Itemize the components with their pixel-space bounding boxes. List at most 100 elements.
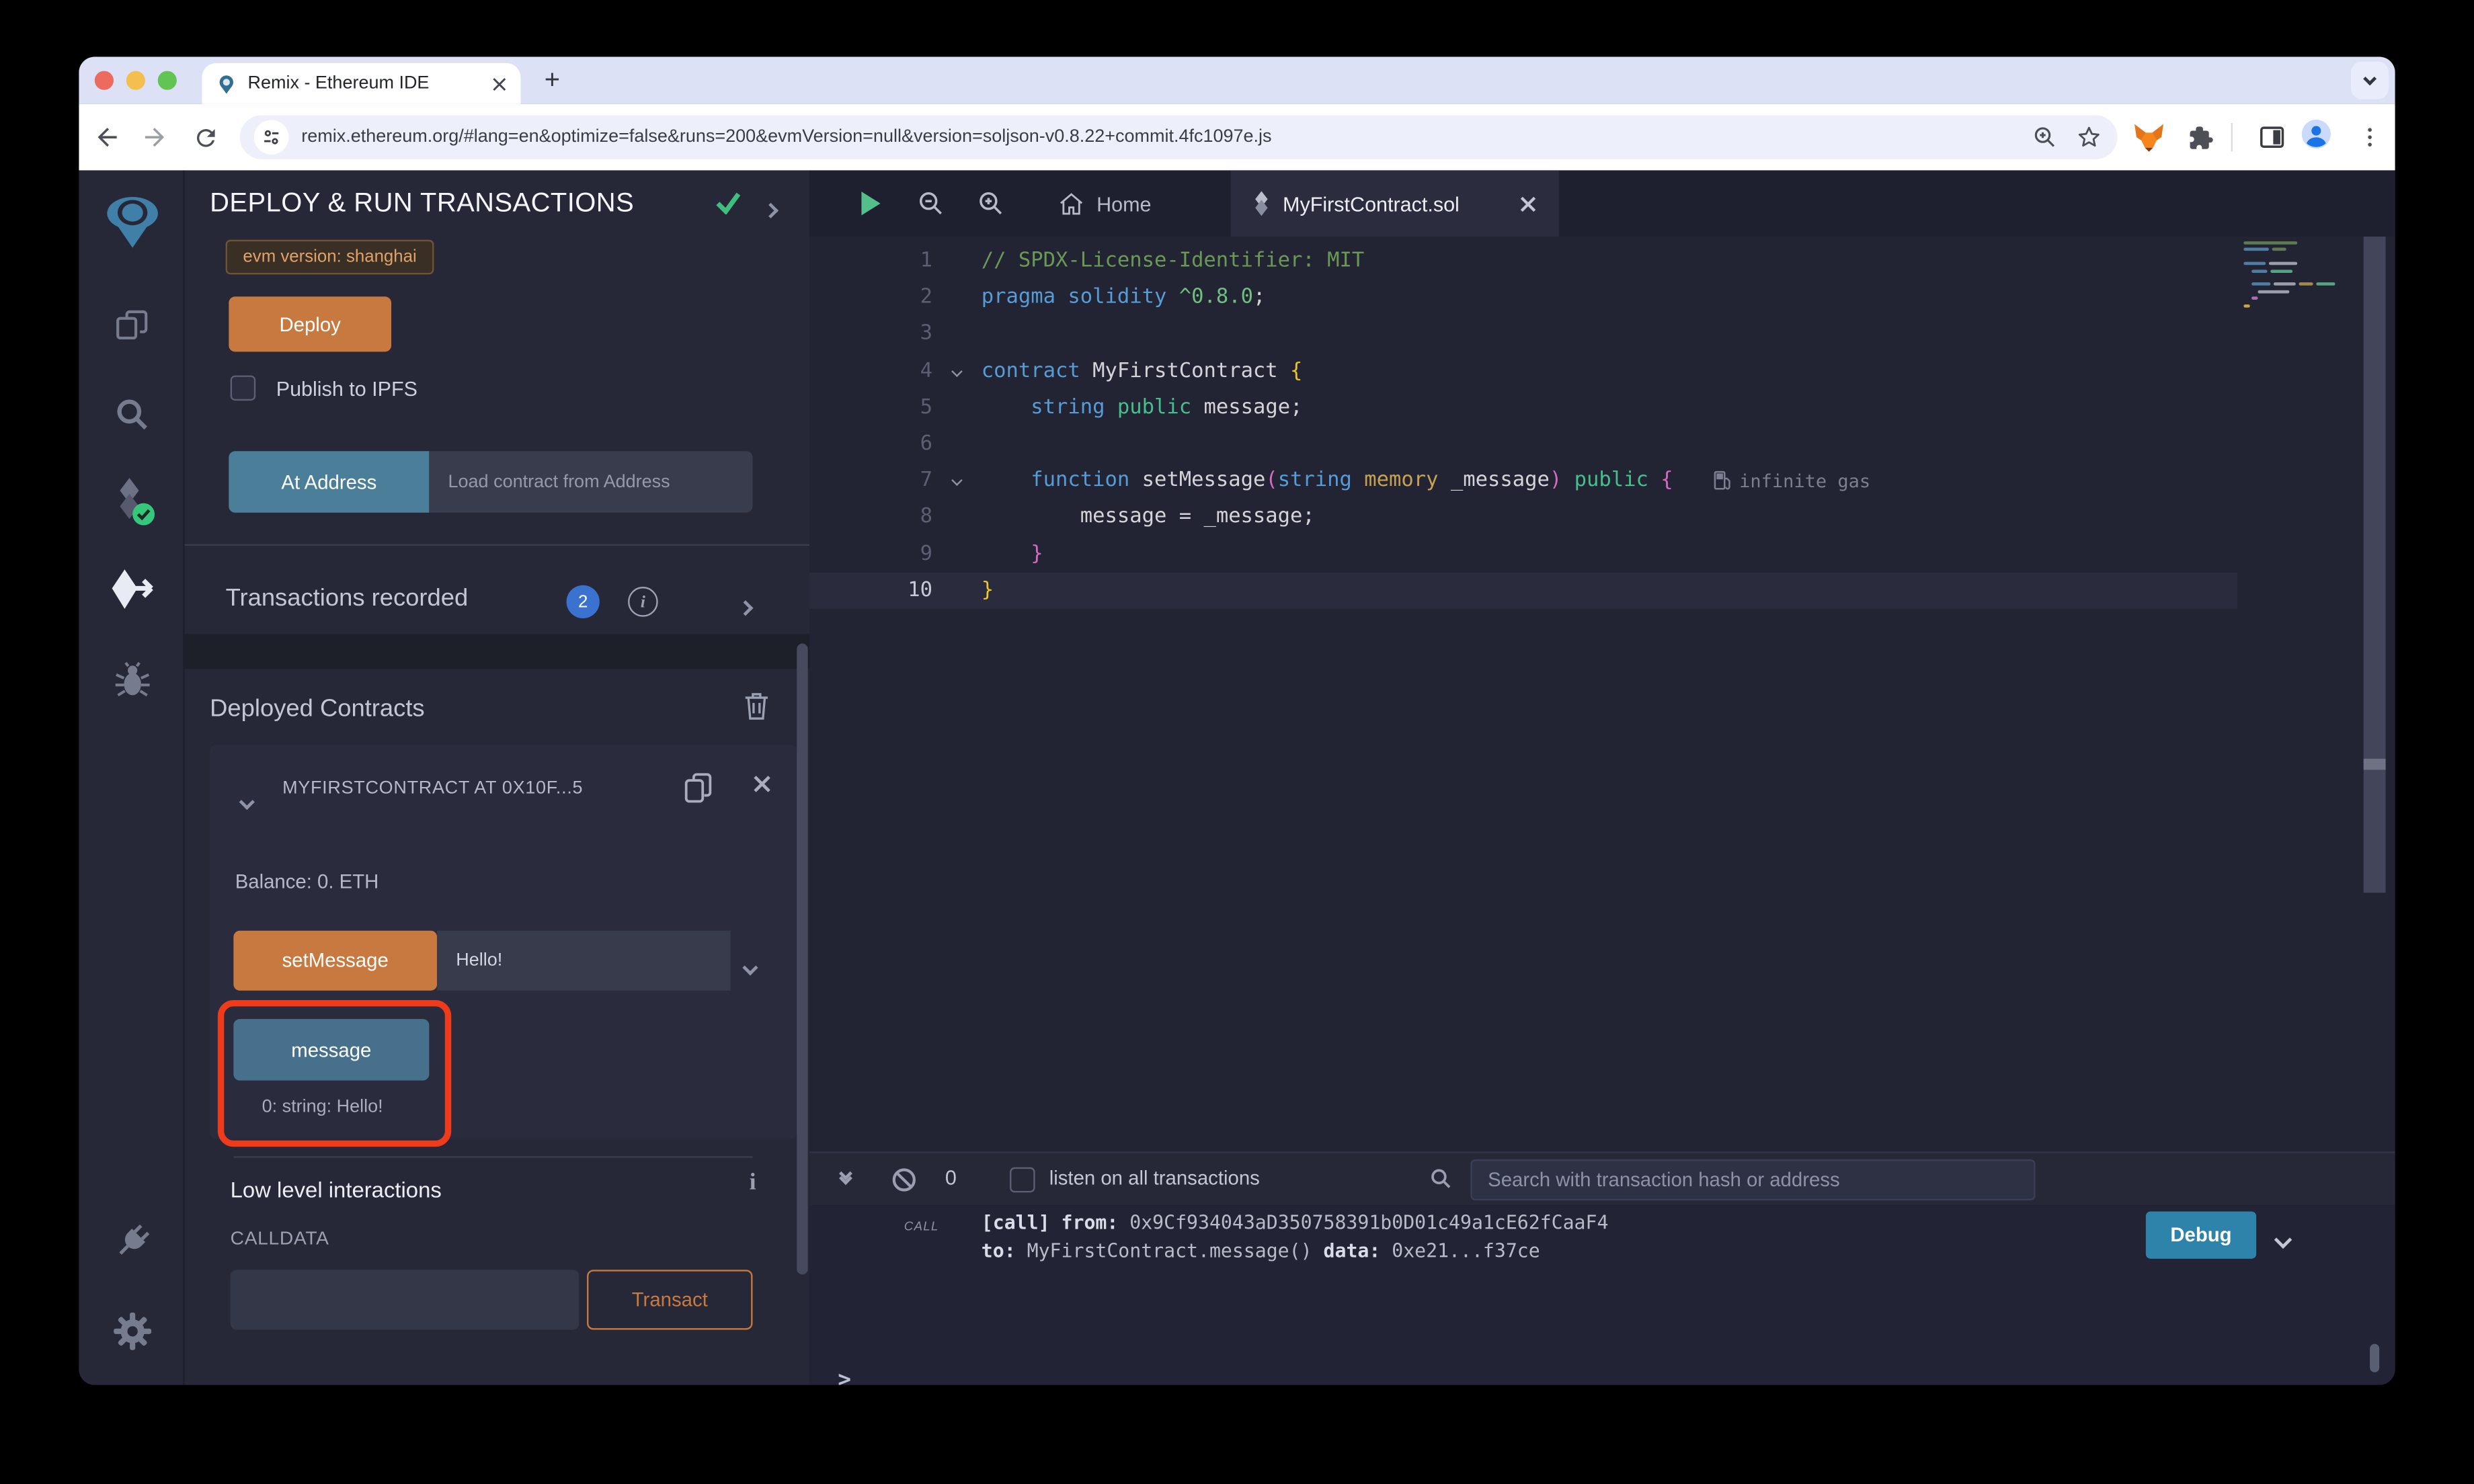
profile-avatar[interactable] [2301,118,2332,150]
deployed-contracts-label: Deployed Contracts [210,696,424,724]
side-panel-icon[interactable] [2256,122,2288,153]
line-number: 9 [809,542,932,565]
evm-version-badge: evm version: shanghai [226,240,434,275]
expand-log-chevron[interactable] [2277,1226,2290,1254]
line-number: 7 [809,469,932,493]
new-tab-button[interactable]: + [533,62,571,99]
code-line[interactable]: 1// SPDX-License-Identifier: MIT [809,243,2237,279]
file-explorer-icon[interactable] [79,306,184,345]
run-script-play-icon[interactable] [854,188,889,219]
forward-button[interactable] [139,122,171,153]
debug-button[interactable]: Debug [2146,1211,2256,1258]
line-number: 10 [809,579,932,602]
panel-pin-chevron-icon[interactable] [765,196,776,224]
code-editor[interactable]: 1// SPDX-License-Identifier: MIT2pragma … [809,237,2395,1151]
log-line: to: MyFirstContract.message() data: 0xe2… [982,1237,1609,1265]
browser-menu-icon[interactable] [2354,122,2386,153]
at-address-button[interactable]: At Address [229,451,429,513]
transactions-info-icon[interactable]: i [628,587,658,617]
address-bar[interactable]: remix.ethereum.org/#lang=en&optimize=fal… [240,115,2118,159]
listen-label[interactable]: listen on all transactions [1049,1167,1260,1190]
calldata-input[interactable] [231,1270,580,1329]
solidity-compiler-icon[interactable] [79,477,184,527]
remove-contract-close-icon[interactable] [752,774,771,793]
section-gap [185,634,809,669]
set-message-button[interactable]: setMessage [233,931,437,991]
compile-success-check-icon [715,191,742,214]
deploy-button[interactable]: Deploy [229,296,391,352]
tab-myfirstcontract[interactable]: MyFirstContract.sol [1231,170,1559,237]
remix-logo [79,192,184,249]
code-line[interactable]: 7 function setMessage(string memory _mes… [809,462,2237,499]
line-number: 2 [809,286,932,309]
minimap[interactable] [2243,241,2363,311]
panel-scrollbar[interactable] [797,644,807,1275]
tab-close-icon[interactable] [492,77,506,91]
code-text: // SPDX-License-Identifier: MIT [982,249,1364,273]
code-line[interactable]: 4contract MyFirstContract { [809,353,2237,389]
debugger-icon[interactable] [79,659,184,700]
deploy-run-icon[interactable] [79,568,184,612]
code-line[interactable]: 9 } [809,536,2237,572]
low-level-info-icon[interactable]: i [750,1170,756,1197]
code-line[interactable]: 3 [809,316,2237,352]
transact-button[interactable]: Transact [587,1270,752,1329]
contract-collapse-chevron[interactable] [241,787,252,815]
close-window-button[interactable] [95,71,114,90]
contract-balance: Balance: 0. ETH [235,871,379,893]
back-button[interactable] [91,122,123,153]
zoom-in-icon[interactable] [973,188,1008,219]
panel-title: DEPLOY & RUN TRANSACTIONS [210,188,634,219]
terminal-scrollbar[interactable] [2370,1344,2379,1372]
url-text[interactable]: remix.ethereum.org/#lang=en&optimize=fal… [301,128,2029,147]
code-line[interactable]: 6 [809,426,2237,462]
zoom-out-icon[interactable] [914,188,949,219]
line-number: 3 [809,323,932,346]
log-lines: [call] from: 0x9Cf934043aD350758391b0D01… [982,1208,1609,1265]
terminal-search-input[interactable] [1470,1159,2035,1200]
expand-args-chevron[interactable] [745,953,756,981]
terminal-prompt[interactable]: > [838,1368,851,1385]
copy-address-icon[interactable] [683,772,713,805]
maximize-window-button[interactable] [158,71,177,90]
metamask-extension-icon[interactable] [2133,122,2165,153]
remix-favicon [216,73,237,94]
code-line[interactable]: 10} [809,572,2237,608]
publish-ipfs-label[interactable]: Publish to IPFS [276,377,417,401]
editor-area: Home MyFirstContract.sol 1// SPDX-Licens… [809,170,2395,1385]
zoom-page-icon[interactable] [2029,122,2061,153]
fold-chevron-icon[interactable] [932,477,982,485]
contract-title: MYFIRSTCONTRACT AT 0X10F...5 [282,779,583,798]
divider [185,544,809,546]
browser-tab[interactable]: Remix - Ethereum IDE [202,63,520,104]
editor-scrollbar[interactable] [2364,237,2386,893]
transactions-expand-chevron[interactable] [740,593,751,621]
set-message-input[interactable] [437,931,731,991]
listen-checkbox[interactable] [1010,1167,1035,1193]
site-settings-icon[interactable] [254,120,289,155]
search-plugin-icon[interactable] [79,395,184,434]
plugin-manager-icon[interactable] [79,1221,184,1262]
clear-contracts-trash-icon[interactable] [743,691,770,721]
reload-button[interactable] [190,122,221,153]
code-text: string public message; [982,396,1303,419]
line-number: 5 [809,396,932,419]
transactions-recorded-label: Transactions recorded [226,585,469,614]
settings-gear-icon[interactable] [79,1311,184,1352]
publish-ipfs-checkbox[interactable] [231,376,256,401]
code-lines: 1// SPDX-License-Identifier: MIT2pragma … [809,243,2237,608]
tab-search-button[interactable] [2351,62,2389,99]
bookmark-star-icon[interactable] [2073,122,2105,153]
code-line[interactable]: 8 message = _message; [809,499,2237,535]
minimize-window-button[interactable] [126,71,145,90]
code-line[interactable]: 5 string public message; [809,389,2237,425]
code-line[interactable]: 2pragma solidity ^0.8.0; [809,280,2237,316]
tab-home[interactable]: Home [1043,170,1167,237]
collapse-terminal-icon[interactable] [841,1169,850,1183]
close-file-icon[interactable] [1519,195,1537,212]
extensions-icon[interactable] [2184,122,2215,153]
log-line: [call] from: 0x9Cf934043aD350758391b0D01… [982,1208,1609,1237]
fold-chevron-icon[interactable] [932,367,982,375]
clear-console-icon[interactable] [891,1167,917,1193]
load-contract-input[interactable] [429,451,752,513]
